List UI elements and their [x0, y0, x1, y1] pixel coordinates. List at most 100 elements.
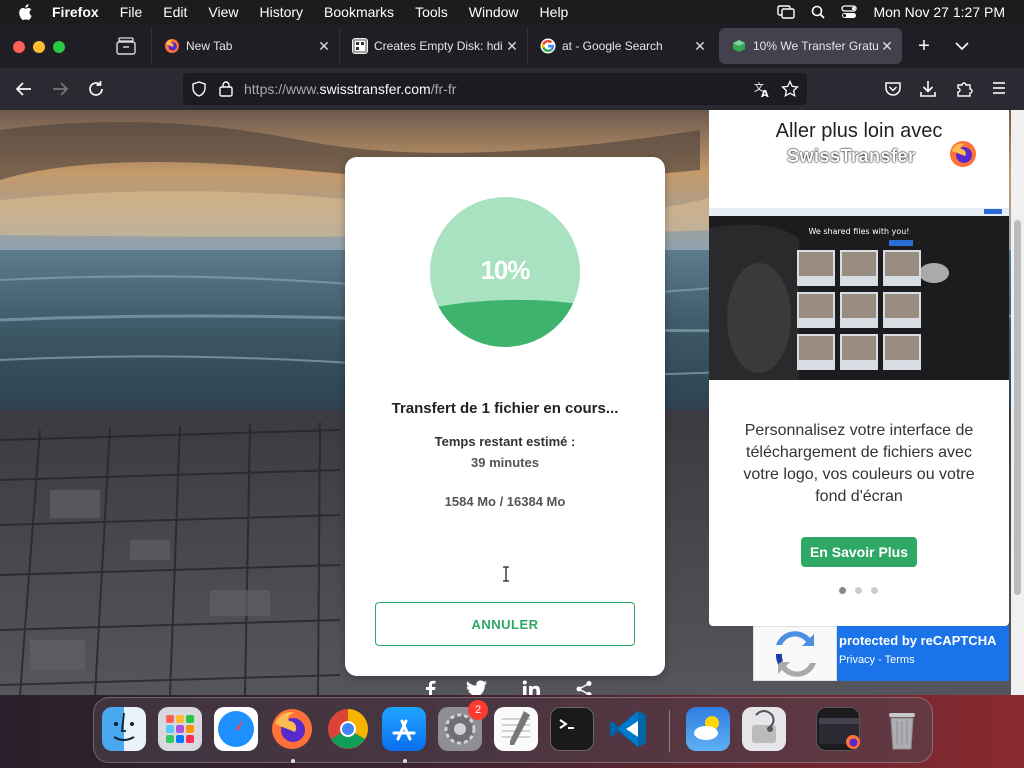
linkedin-icon[interactable]: [522, 680, 540, 695]
page-content: 10% Transfert de 1 fichier en cours... T…: [0, 110, 1024, 695]
firefox-logo-icon: [950, 141, 976, 167]
menu-help[interactable]: Help: [540, 4, 569, 20]
back-arrow-icon[interactable]: [15, 80, 33, 103]
recaptcha-logo-icon: [753, 626, 837, 681]
screen-mirroring-icon[interactable]: [777, 5, 796, 19]
scrollbar-thumb[interactable]: [1014, 220, 1021, 595]
app-store-icon[interactable]: [382, 707, 426, 751]
textedit-icon[interactable]: [494, 707, 538, 751]
spotlight-search-icon[interactable]: [811, 5, 826, 19]
apple-icon[interactable]: [18, 4, 34, 20]
close-tab-icon[interactable]: ✕: [315, 38, 333, 55]
app-store-running-indicator: [403, 759, 407, 763]
firefox-window-thumbnail-icon[interactable]: [816, 707, 860, 751]
firefox-icon: [164, 38, 180, 54]
cancel-button[interactable]: ANNULER: [375, 602, 635, 646]
progress-fill: [430, 299, 580, 347]
weather-icon[interactable]: [686, 707, 730, 751]
macos-menubar: Firefox File Edit View History Bookmarks…: [0, 0, 1024, 24]
close-window-button[interactable]: [13, 41, 25, 53]
carousel-dot-3[interactable]: [871, 587, 878, 594]
url-bar[interactable]: https://www.swisstransfer.com/fr-fr 文A: [183, 73, 807, 105]
menubar-clock[interactable]: Mon Nov 27 1:27 PM: [873, 4, 1005, 20]
control-center-icon[interactable]: [841, 5, 858, 19]
finder-icon[interactable]: [102, 707, 146, 751]
tab-creates-empty-disk[interactable]: Creates Empty Disk: hdiu ✕: [339, 28, 527, 64]
swisstransfer-icon: [731, 38, 747, 54]
promo-preview-text: We shared files with you!: [808, 227, 909, 236]
menu-history[interactable]: History: [259, 4, 303, 20]
remaining-time-label: Temps restant estimé :: [434, 434, 576, 449]
tab-label: 10% We Transfer Gratuit: [753, 39, 878, 53]
list-all-tabs-icon[interactable]: [955, 38, 969, 56]
lock-icon[interactable]: [219, 80, 233, 102]
trash-icon[interactable]: [880, 707, 924, 751]
notification-badge: 2: [468, 700, 488, 720]
promo-brand: SwissTransfer: [787, 146, 916, 166]
hamburger-menu-icon[interactable]: [991, 80, 1007, 101]
menu-bookmarks[interactable]: Bookmarks: [324, 4, 394, 20]
extensions-puzzle-icon[interactable]: [955, 80, 973, 103]
downloads-icon[interactable]: [919, 80, 937, 103]
close-tab-icon[interactable]: ✕: [691, 38, 709, 55]
tab-page-icon: [352, 38, 368, 54]
chrome-icon[interactable]: [326, 707, 370, 751]
recaptcha-text: protected by reCAPTCHA: [839, 633, 997, 648]
forward-arrow-icon[interactable]: [51, 80, 69, 103]
translate-icon[interactable]: 文A: [753, 80, 771, 103]
tab-label: New Tab: [186, 39, 233, 53]
recaptcha-privacy-terms-link[interactable]: Privacy - Terms: [839, 654, 915, 666]
svg-text:A: A: [761, 89, 769, 98]
new-tab-icon[interactable]: +: [914, 36, 934, 56]
learn-more-button[interactable]: En Savoir Plus: [801, 537, 917, 567]
tab-google-search[interactable]: at - Google Search ✕: [527, 28, 715, 64]
safari-icon[interactable]: [214, 707, 258, 751]
close-tab-icon[interactable]: ✕: [878, 38, 896, 55]
bookmark-star-icon[interactable]: [781, 79, 799, 103]
transfer-status-title: Transfert de 1 fichier en cours...: [391, 400, 619, 417]
promo-description: Personnalisez votre interface de télécha…: [743, 422, 975, 505]
transfer-progress-card: 10% Transfert de 1 fichier en cours... T…: [345, 157, 665, 676]
zoom-window-button[interactable]: [53, 41, 65, 53]
recaptcha-badge[interactable]: protected by reCAPTCHA Privacy - Terms: [753, 626, 1009, 681]
promo-screenshot-image: We shared files with you!: [709, 208, 1009, 380]
launchpad-icon[interactable]: [158, 707, 202, 751]
carousel-dot-2[interactable]: [855, 587, 862, 594]
close-tab-icon[interactable]: ✕: [503, 38, 521, 55]
promo-panel: Aller plus loin avec SwissTransfer We sh…: [709, 110, 1009, 626]
reload-icon[interactable]: [87, 80, 105, 103]
firefox-dock-icon[interactable]: [270, 707, 314, 751]
progress-percent: 10%: [480, 255, 530, 285]
url-text[interactable]: https://www.swisstransfer.com/fr-fr: [244, 81, 456, 97]
carousel-dot-1[interactable]: [839, 587, 846, 594]
page-scrollbar[interactable]: [1011, 110, 1024, 695]
share-icon[interactable]: [575, 680, 593, 695]
tracking-protection-shield-icon[interactable]: [191, 81, 207, 102]
tab-label: Creates Empty Disk: hdiu: [374, 39, 503, 53]
twitter-icon[interactable]: [466, 680, 488, 695]
menu-window[interactable]: Window: [469, 4, 519, 20]
google-icon: [540, 38, 556, 54]
macos-dock: [93, 697, 933, 763]
menu-tools[interactable]: Tools: [415, 4, 448, 20]
menu-file[interactable]: File: [120, 4, 143, 20]
text-cursor-icon: [503, 566, 509, 582]
facebook-icon[interactable]: [424, 680, 436, 695]
vscode-icon[interactable]: [606, 707, 650, 751]
pocket-icon[interactable]: [884, 80, 902, 103]
dock-separator: [669, 710, 670, 752]
tab-label: at - Google Search: [562, 39, 663, 53]
carousel-dots: [839, 587, 887, 594]
remaining-time-value: 39 minutes: [471, 455, 539, 470]
tab-new-tab[interactable]: New Tab ✕: [151, 28, 339, 64]
terminal-icon[interactable]: [550, 707, 594, 751]
menu-app-name[interactable]: Firefox: [52, 4, 99, 20]
firefox-running-indicator: [291, 759, 295, 763]
disk-utility-icon[interactable]: [742, 707, 786, 751]
tab-swisstransfer-active[interactable]: 10% We Transfer Gratuit ✕: [719, 28, 902, 64]
minimize-window-button[interactable]: [33, 41, 45, 53]
menu-edit[interactable]: Edit: [163, 4, 187, 20]
menu-view[interactable]: View: [208, 4, 238, 20]
transfer-size: 1584 Mo / 16384 Mo: [444, 494, 566, 509]
firefox-view-icon[interactable]: [116, 37, 136, 55]
